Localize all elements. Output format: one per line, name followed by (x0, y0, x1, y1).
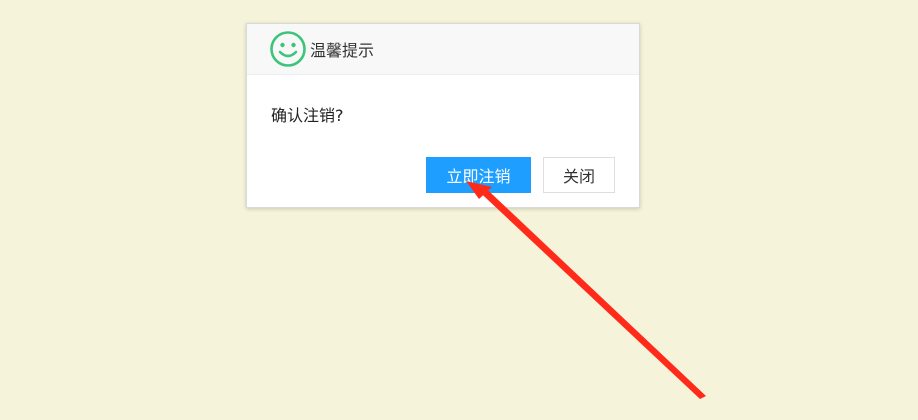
confirm-dialog: 温馨提示 确认注销? 立即注销 关闭 (246, 23, 640, 208)
confirm-logout-button[interactable]: 立即注销 (426, 157, 531, 193)
dialog-title: 温馨提示 (310, 41, 375, 60)
dialog-button-row: 立即注销 关闭 (426, 157, 615, 193)
dialog-message: 确认注销? (271, 106, 344, 125)
close-button[interactable]: 关闭 (543, 157, 615, 193)
annotation-arrow-shaft (468, 184, 706, 399)
page-background: 温馨提示 确认注销? 立即注销 关闭 (0, 0, 918, 420)
dialog-header: 温馨提示 (247, 24, 639, 75)
smile-icon (270, 31, 306, 67)
